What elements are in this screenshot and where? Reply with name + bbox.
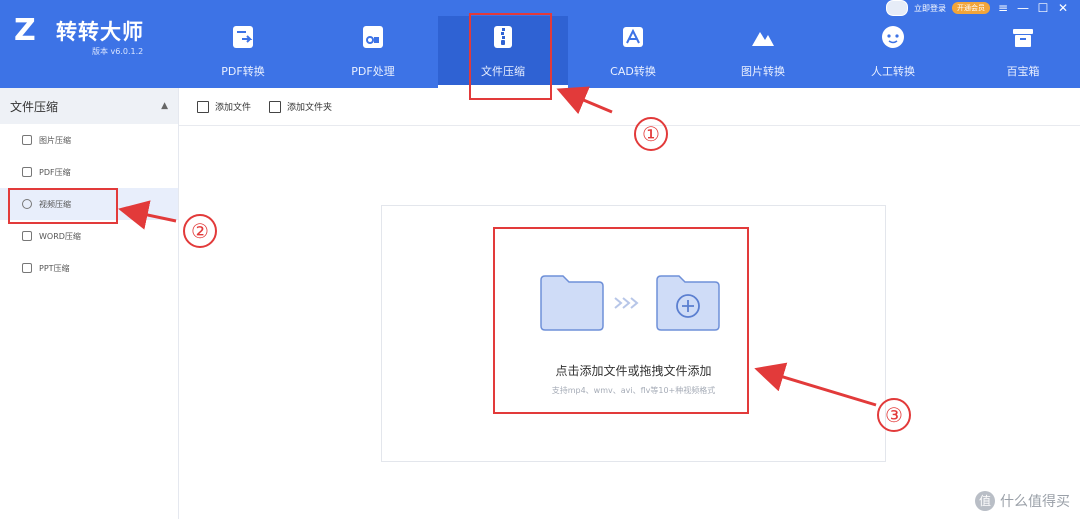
annotation-number-3: ③ xyxy=(877,398,911,432)
watermark-text: 什么值得买 xyxy=(1000,494,1070,510)
annotation-arrow-1 xyxy=(556,86,613,115)
annotation-arrow-2 xyxy=(118,200,177,230)
annotation-arrow-3 xyxy=(754,362,877,407)
annotation-arrows xyxy=(118,86,877,407)
watermark: 值 什么值得买 xyxy=(975,491,1070,511)
annotation-number-2: ② xyxy=(183,214,217,248)
annotation-number-1: ① xyxy=(634,117,668,151)
watermark-logo-icon: 值 xyxy=(975,491,995,511)
